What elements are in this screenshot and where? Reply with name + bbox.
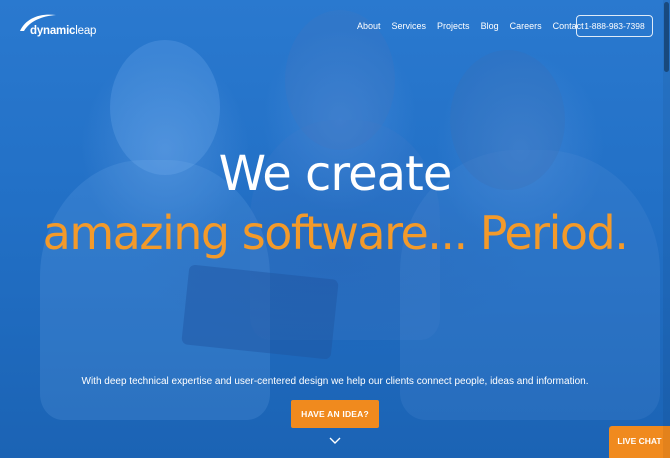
hero-headline-line1: We create [218, 146, 453, 202]
logo-text: dynamicleap [30, 25, 96, 37]
nav-item-careers[interactable]: Careers [510, 20, 542, 32]
nav-item-services[interactable]: Services [392, 20, 427, 32]
main-nav: About Services Projects Blog Careers Con… [357, 20, 595, 32]
nav-item-projects[interactable]: Projects [437, 20, 470, 32]
logo-text-bold: dynamic [30, 25, 76, 37]
hero-headline-line2: amazing software... Period. [42, 206, 629, 260]
phone-button[interactable]: 1-888-983-7398 [576, 15, 653, 37]
hero-photo-tablet [181, 264, 339, 360]
site-logo[interactable]: dynamicleap [18, 12, 98, 38]
chevron-down-icon[interactable] [329, 436, 341, 446]
hero-tagline: With deep technical expertise and user-c… [81, 376, 589, 387]
scrollbar-thumb[interactable] [664, 2, 669, 72]
live-chat-button[interactable]: LIVE CHAT [609, 426, 670, 458]
nav-item-blog[interactable]: Blog [481, 20, 499, 32]
nav-item-about[interactable]: About [357, 20, 381, 32]
have-an-idea-button[interactable]: HAVE AN IDEA? [291, 400, 379, 428]
logo-text-light: leap [75, 25, 97, 37]
